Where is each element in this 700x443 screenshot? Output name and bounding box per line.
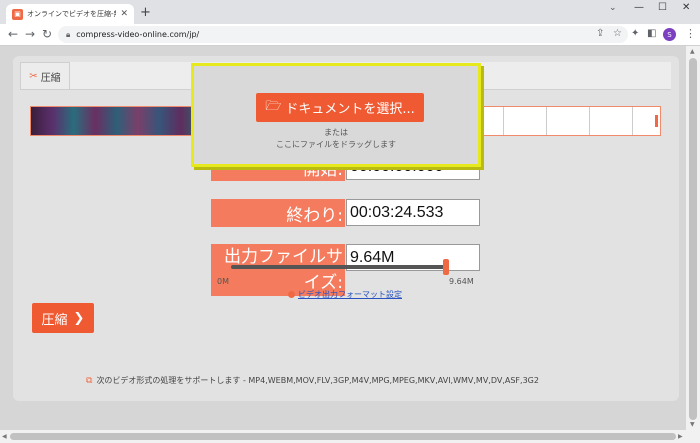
- size-slider-track[interactable]: [231, 265, 445, 269]
- compress-button[interactable]: 圧縮 ❯: [32, 303, 94, 333]
- timeline-end-handle[interactable]: [655, 115, 658, 127]
- extensions-icon[interactable]: ✦: [631, 28, 639, 39]
- address-bar[interactable]: 🔒︎ compress-video-online.com/jp/: [58, 26, 628, 43]
- vertical-scroll-thumb[interactable]: [689, 58, 697, 420]
- compress-button-label: 圧縮: [41, 312, 68, 328]
- compress-logo-icon: ▣: [12, 8, 23, 20]
- folder-open-icon: 🗁︎: [265, 98, 282, 114]
- close-icon[interactable]: ✕: [120, 9, 128, 19]
- browser-tab[interactable]: ▣ オンラインでビデオを圧縮-無料で安全 ✕: [6, 4, 134, 24]
- output-format-link-label: ビデオ出力フォーマット設定: [298, 290, 402, 299]
- drag-hint: ここにファイルをドラッグします: [276, 140, 396, 149]
- scroll-up-icon[interactable]: ▲: [690, 48, 695, 55]
- size-slider-thumb[interactable]: [443, 259, 449, 275]
- slider-min-label: 0M: [217, 277, 229, 286]
- scroll-left-icon[interactable]: ◀: [2, 433, 7, 440]
- end-time-field[interactable]: 00:03:24.533: [346, 199, 480, 226]
- new-tab-icon[interactable]: +: [140, 6, 151, 20]
- avatar[interactable]: S: [663, 28, 676, 41]
- chevron-down-icon[interactable]: ⌄: [609, 3, 617, 13]
- tab-compress-label: 圧縮: [40, 72, 61, 84]
- scroll-down-icon[interactable]: ▼: [690, 421, 695, 428]
- settings-icon: [288, 291, 295, 298]
- maximize-icon[interactable]: ☐: [658, 2, 667, 13]
- tab-title: オンラインでビデオを圧縮-無料で安全: [27, 10, 116, 18]
- page-content: ✂ 圧縮 開始: 00:00:00.000 終わり: 00:03:24.533 …: [0, 46, 686, 430]
- supported-formats-note: ⧉ 次のビデオ形式の処理をサポートします - MP4,WEBM,MOV,FLV,…: [86, 375, 539, 386]
- menu-icon[interactable]: ⋮: [685, 27, 696, 40]
- close-window-icon[interactable]: ✕: [682, 2, 690, 13]
- horizontal-scroll-thumb[interactable]: [10, 433, 676, 440]
- browser-tab-strip: ▣ オンラインでビデオを圧縮-無料で安全 ✕ + ⌄ — ☐ ✕: [0, 0, 700, 24]
- output-format-link[interactable]: ビデオ出力フォーマット設定: [288, 289, 402, 300]
- scroll-right-icon[interactable]: ▶: [678, 433, 683, 440]
- chevron-right-icon: ❯: [73, 310, 85, 326]
- share-icon[interactable]: ⇪: [596, 28, 604, 39]
- tab-compress[interactable]: ✂ 圧縮: [20, 62, 70, 90]
- reload-icon[interactable]: ↻: [42, 27, 52, 41]
- lock-icon: 🔒︎: [66, 29, 71, 39]
- side-panel-icon[interactable]: ◧: [647, 28, 656, 39]
- or-text: または: [324, 128, 348, 137]
- back-icon[interactable]: ←: [8, 27, 18, 41]
- timeline-cell: [546, 107, 589, 135]
- timeline-cell: [589, 107, 632, 135]
- scissors-icon: ✂: [29, 70, 38, 82]
- select-document-button[interactable]: 🗁︎ ドキュメントを選択...: [256, 93, 424, 122]
- timeline-cell: [503, 107, 546, 135]
- forward-icon[interactable]: →: [25, 27, 35, 41]
- browser-toolbar: ← → ↻ 🔒︎ compress-video-online.com/jp/ ⇪…: [0, 24, 700, 46]
- minimize-icon[interactable]: —: [634, 2, 644, 13]
- end-label: 終わり:: [211, 199, 345, 227]
- url-text: compress-video-online.com/jp/: [76, 30, 200, 39]
- select-document-label: ドキュメントを選択...: [285, 102, 415, 117]
- supported-formats-text: 次のビデオ形式の処理をサポートします - MP4,WEBM,MOV,FLV,3G…: [96, 376, 539, 385]
- star-icon[interactable]: ☆: [613, 28, 622, 39]
- slider-max-label: 9.64M: [449, 277, 474, 286]
- file-icon: ⧉: [86, 375, 93, 386]
- upload-dropzone[interactable]: 🗁︎ ドキュメントを選択... または ここにファイルをドラッグします: [191, 63, 481, 167]
